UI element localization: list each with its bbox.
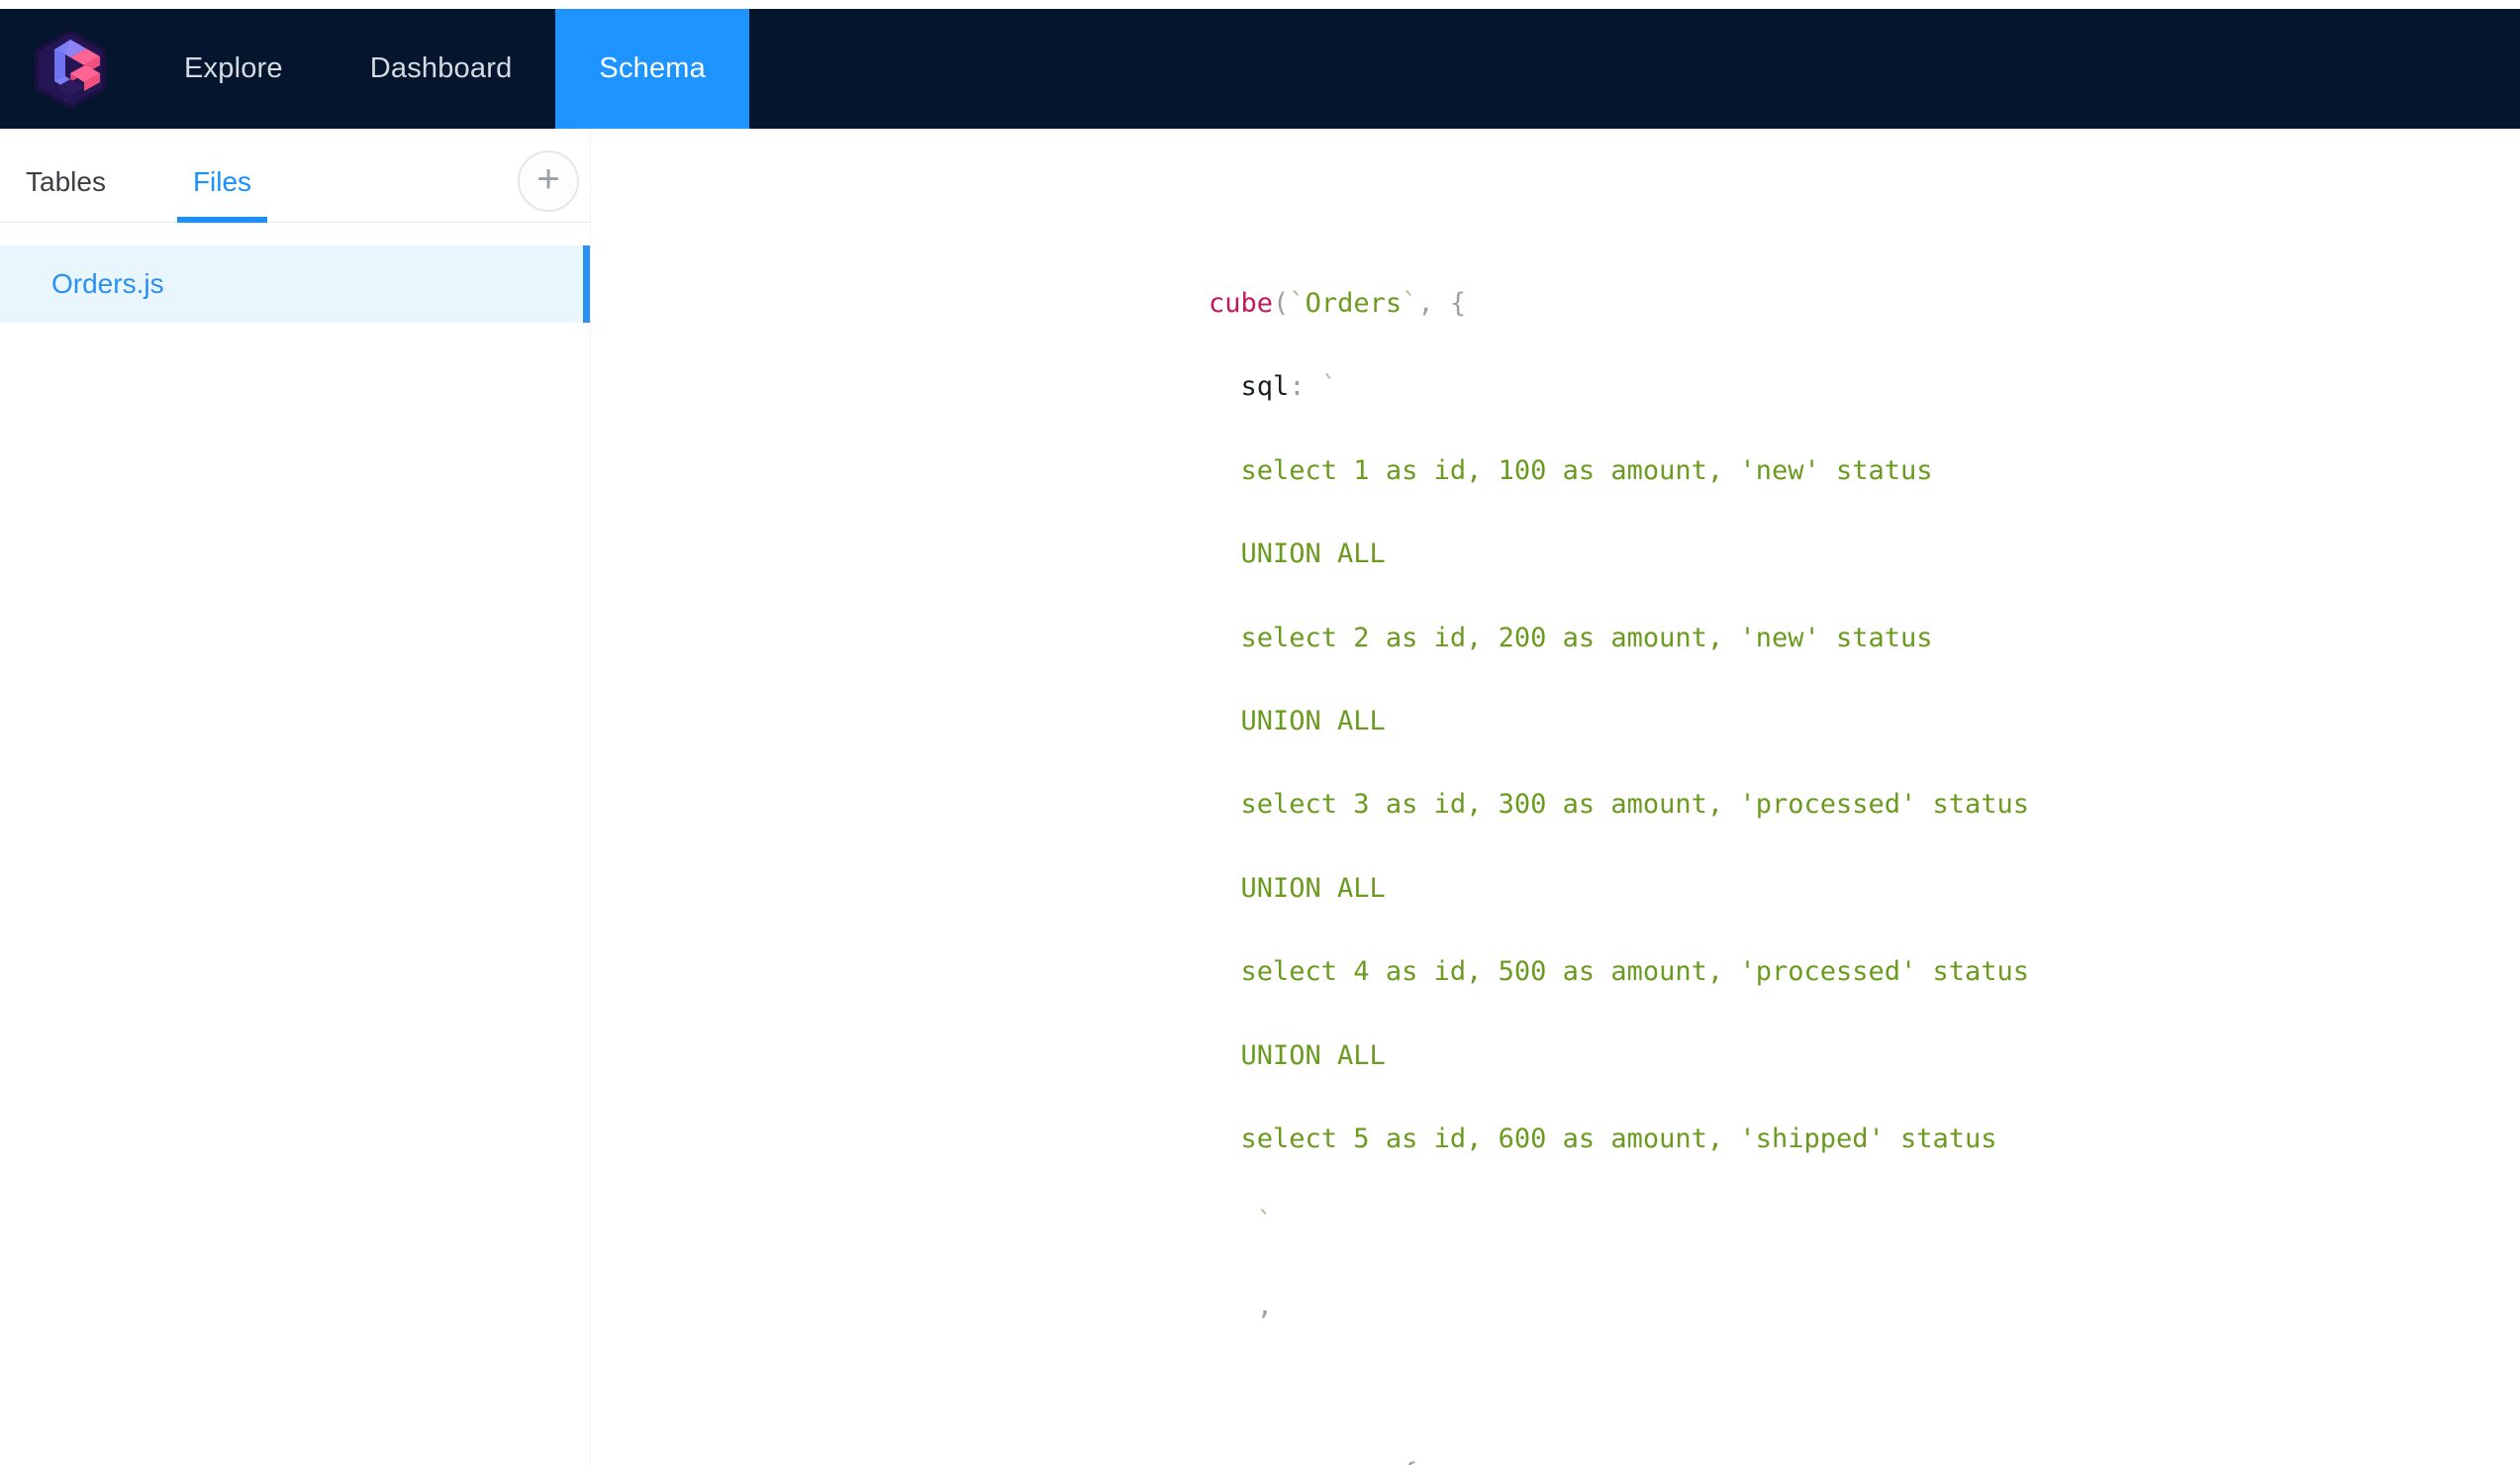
file-list: Orders.js — [0, 223, 590, 323]
tab-tables-label: Tables — [26, 166, 106, 197]
add-file-button[interactable]: + — [518, 150, 579, 212]
workspace: Tables Files + Orders.js cube(`Orders`, … — [0, 129, 2520, 1465]
code-line: , — [1209, 1286, 2520, 1327]
code-token-prop: measures — [1241, 1458, 1370, 1465]
code-content[interactable]: cube(`Orders`, { sql: ` select 1 as id, … — [1209, 283, 2520, 1465]
tab-files[interactable]: Files — [176, 166, 268, 223]
cube-logo-icon — [35, 29, 106, 109]
code-token-punc: ( — [1273, 288, 1290, 319]
code-token-punc: : — [1289, 371, 1321, 403]
code-token-str: UNION ALL — [1240, 538, 1386, 570]
code-token-str: select 4 as id, 500 as amount, 'processe… — [1240, 956, 2030, 988]
tab-files-label: Files — [192, 166, 252, 197]
code-token-punc: , — [1240, 1290, 1274, 1321]
code-line: select 3 as id, 300 as amount, 'processe… — [1209, 784, 2520, 826]
code-line: UNION ALL — [1209, 701, 2520, 742]
nav-item-dashboard-label: Dashboard — [369, 52, 513, 84]
nav-item-schema[interactable]: Schema — [555, 9, 749, 129]
code-token-str: UNION ALL — [1240, 872, 1386, 904]
code-token-tick: ` — [1289, 288, 1306, 319]
nav-item-list: Explore Dashboard Schema — [141, 9, 749, 129]
schema-sidebar: Tables Files + Orders.js — [0, 129, 591, 1465]
code-token-str: UNION ALL — [1240, 706, 1386, 737]
code-line: select 2 as id, 200 as amount, 'new' sta… — [1209, 618, 2520, 659]
code-token-str: UNION ALL — [1240, 1039, 1386, 1071]
code-line: measures: { — [1209, 1453, 2520, 1465]
code-token-punc: : { — [1370, 1458, 1418, 1465]
nav-item-dashboard[interactable]: Dashboard — [327, 9, 556, 129]
code-token-prop: sql — [1240, 371, 1290, 403]
file-item-orders-js[interactable]: Orders.js — [0, 245, 590, 323]
code-token-str: select 2 as id, 200 as amount, 'new' sta… — [1240, 622, 1933, 653]
code-line: select 5 as id, 600 as amount, 'shipped'… — [1209, 1119, 2520, 1160]
code-line: sql: ` — [1209, 366, 2520, 408]
code-token-fn: cube — [1209, 288, 1274, 319]
app-logo[interactable] — [0, 9, 141, 129]
code-token-tick: ` — [1320, 371, 1338, 403]
code-line: ​ — [1209, 1369, 2520, 1411]
code-token-str: select 5 as id, 600 as amount, 'shipped'… — [1240, 1123, 1997, 1155]
code-line: select 4 as id, 500 as amount, 'processe… — [1209, 951, 2520, 993]
code-token-tick: ` — [1402, 288, 1418, 319]
code-line: cube(`Orders`, { — [1209, 283, 2520, 325]
code-editor[interactable]: cube(`Orders`, { sql: ` select 1 as id, … — [591, 129, 2520, 1465]
tab-tables[interactable]: Tables — [26, 166, 106, 222]
code-token-tick: ` — [1240, 1207, 1274, 1238]
code-line: UNION ALL — [1209, 534, 2520, 575]
code-token-punc: , { — [1417, 288, 1467, 319]
code-line: UNION ALL — [1209, 1035, 2520, 1077]
sidebar-tabbar: Tables Files + — [0, 129, 590, 223]
file-item-label: Orders.js — [51, 268, 164, 299]
code-line: select 1 as id, 100 as amount, 'new' sta… — [1209, 450, 2520, 492]
code-line: ` — [1209, 1202, 2520, 1243]
nav-item-schema-label: Schema — [599, 52, 706, 84]
plus-icon: + — [536, 157, 560, 201]
window-top-strip — [0, 0, 2520, 9]
code-token-str: select 3 as id, 300 as amount, 'processe… — [1240, 789, 2030, 821]
top-navigation-bar: Explore Dashboard Schema — [0, 9, 2520, 129]
nav-item-explore[interactable]: Explore — [141, 9, 327, 129]
nav-item-explore-label: Explore — [184, 52, 283, 84]
code-line: UNION ALL — [1209, 868, 2520, 910]
code-token-str: Orders — [1305, 288, 1403, 319]
code-token-str: select 1 as id, 100 as amount, 'new' sta… — [1240, 454, 1933, 486]
